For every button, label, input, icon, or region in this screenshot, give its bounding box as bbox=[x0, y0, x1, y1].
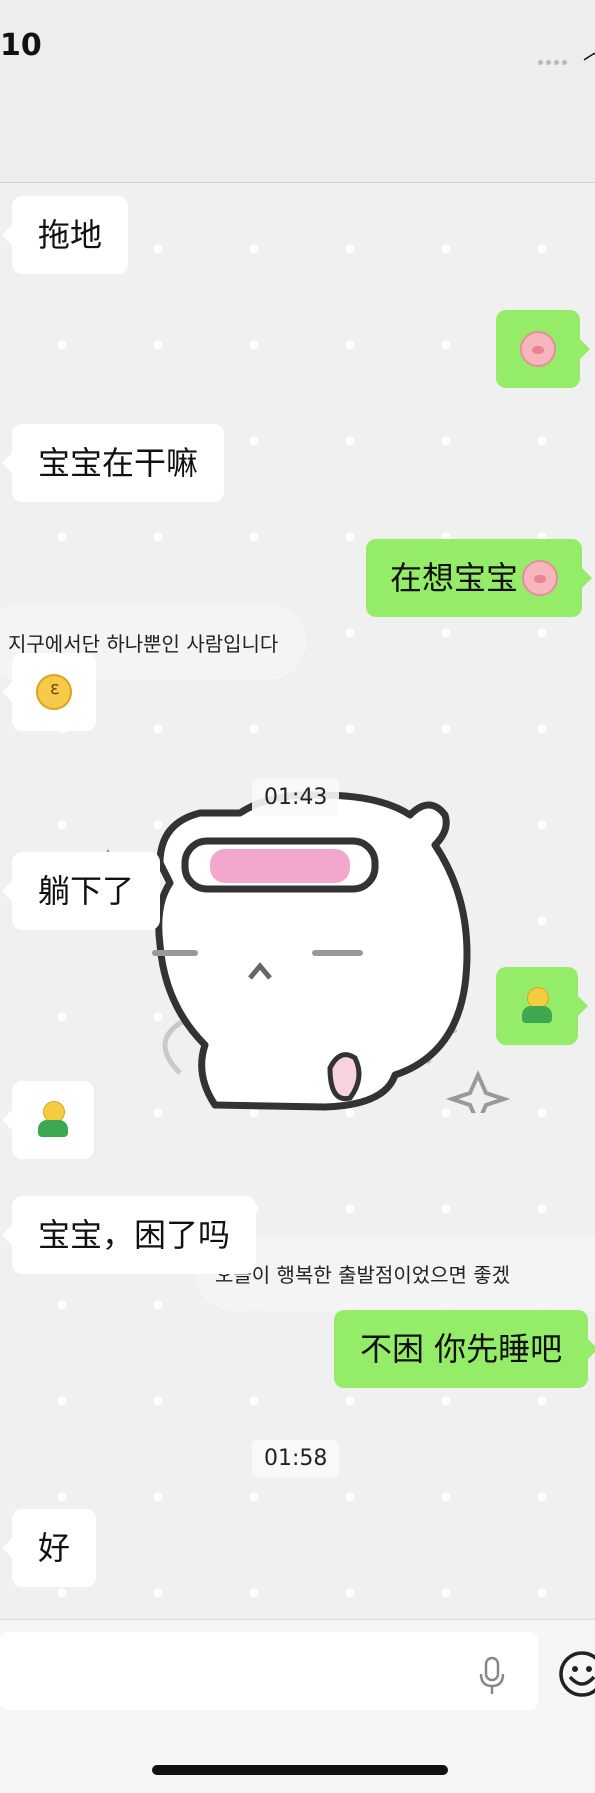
message-bubble-outgoing[interactable] bbox=[496, 967, 588, 1045]
message-bubble-outgoing[interactable]: 不困 你先睡吧 bbox=[334, 1310, 595, 1388]
message-bubble-outgoing[interactable]: 在想宝宝 bbox=[366, 539, 593, 617]
chat-header bbox=[0, 100, 595, 183]
home-indicator[interactable] bbox=[152, 1765, 448, 1775]
chat-area[interactable]: 지구에서단 하나뿐인 사람입니다 오늘이 행복한 출발점이었으면 좋겠 01:4… bbox=[0, 183, 595, 1619]
message-text: 好 bbox=[38, 1529, 71, 1567]
hugging-person-icon bbox=[34, 1101, 72, 1139]
status-bar: 10 ︿ bbox=[0, 0, 595, 100]
signal-icon bbox=[538, 50, 576, 65]
message-bubble-incoming[interactable]: 好 bbox=[1, 1509, 97, 1587]
caption-text: 오늘이 행복한 출발점이었으면 좋겠 bbox=[215, 1262, 511, 1287]
message-bubble-incoming[interactable] bbox=[2, 1081, 94, 1159]
message-bubble-incoming[interactable]: 宝宝在干嘛 bbox=[1, 424, 225, 502]
status-time: 10 bbox=[0, 28, 42, 63]
message-bubble-outgoing[interactable] bbox=[496, 310, 590, 388]
pig-icon bbox=[522, 560, 559, 596]
message-text: 宝宝在干嘛 bbox=[38, 444, 199, 482]
message-text: 宝宝，困了吗 bbox=[38, 1216, 231, 1254]
wifi-icon: ︿ bbox=[583, 34, 595, 66]
message-text: 在想宝宝 bbox=[390, 559, 519, 597]
input-bar bbox=[0, 1619, 595, 1793]
timestamp: 01:58 bbox=[252, 1440, 340, 1477]
white-cat-sticker[interactable] bbox=[90, 773, 510, 1113]
smiley-icon[interactable] bbox=[557, 1649, 595, 1699]
message-input[interactable] bbox=[0, 1632, 538, 1710]
timestamp: 01:43 bbox=[252, 779, 340, 816]
message-bubble-incoming[interactable]: 宝宝，困了吗 bbox=[1, 1196, 257, 1274]
message-bubble-incoming[interactable] bbox=[2, 653, 96, 731]
message-bubble-incoming[interactable]: 拖地 bbox=[1, 196, 129, 274]
message-bubble-incoming[interactable]: 躺下了 bbox=[1, 852, 161, 930]
hugging-person-icon bbox=[518, 987, 556, 1025]
kissing-face-icon bbox=[36, 674, 72, 710]
message-text: 不困 你先睡吧 bbox=[360, 1330, 563, 1368]
message-text: 拖地 bbox=[38, 216, 103, 254]
pig-icon bbox=[520, 331, 556, 367]
microphone-icon[interactable] bbox=[477, 1656, 507, 1696]
message-text: 躺下了 bbox=[38, 872, 135, 910]
